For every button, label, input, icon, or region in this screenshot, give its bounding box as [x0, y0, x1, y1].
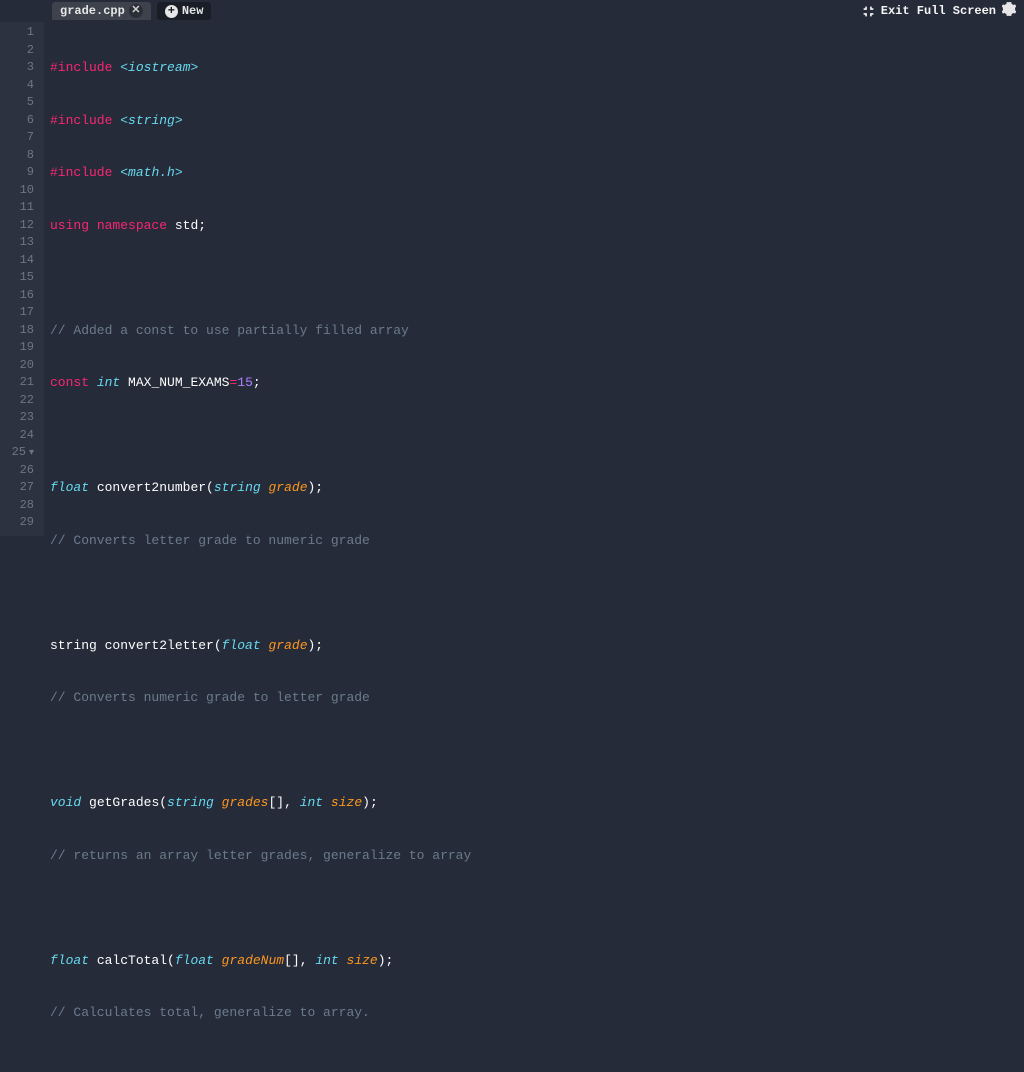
code-line: float convert2number(string grade);: [50, 479, 1024, 497]
line-number: 6: [0, 112, 34, 130]
code-line: // Calculates total, generalize to array…: [50, 1004, 1024, 1022]
line-number: 15: [0, 269, 34, 287]
line-number: 13: [0, 234, 34, 252]
top-bar: grade.cpp ✕ + New Exit Full Screen: [0, 0, 1024, 22]
line-number: 22: [0, 392, 34, 410]
new-button-label: New: [182, 4, 204, 18]
code-line: [50, 269, 1024, 287]
line-number: 25 ▾: [0, 444, 34, 462]
line-number: 23: [0, 409, 34, 427]
code-line: // Added a const to use partially filled…: [50, 322, 1024, 340]
line-number: 26: [0, 462, 34, 480]
line-number: 3: [0, 59, 34, 77]
line-number: 16: [0, 287, 34, 305]
exit-fullscreen-button[interactable]: Exit Full Screen: [862, 4, 996, 18]
line-number: 1: [0, 24, 34, 42]
code-line: void getGrades(string grades[], int size…: [50, 794, 1024, 812]
code-line: [50, 742, 1024, 760]
line-number: 29: [0, 514, 34, 532]
line-number: 2: [0, 42, 34, 60]
gear-icon[interactable]: [1002, 2, 1016, 20]
line-number: 21: [0, 374, 34, 392]
line-number: 4: [0, 77, 34, 95]
line-number: 8: [0, 147, 34, 165]
line-number: 11: [0, 199, 34, 217]
line-number: 27: [0, 479, 34, 497]
code-line: float calcTotal(float gradeNum[], int si…: [50, 952, 1024, 970]
file-tab[interactable]: grade.cpp ✕: [52, 2, 151, 20]
code-line: string convert2letter(float grade);: [50, 637, 1024, 655]
line-number: 9: [0, 164, 34, 182]
line-number: 7: [0, 129, 34, 147]
code-line: // returns an array letter grades, gener…: [50, 847, 1024, 865]
exit-fullscreen-icon: [862, 5, 875, 18]
line-number: 17: [0, 304, 34, 322]
code-line: #include <math.h>: [50, 164, 1024, 182]
line-number: 28: [0, 497, 34, 515]
plus-icon: +: [165, 5, 178, 18]
code-line: // Converts letter grade to numeric grad…: [50, 532, 1024, 550]
new-button[interactable]: + New: [157, 2, 212, 20]
code-line: #include <iostream>: [50, 59, 1024, 77]
line-number: 12: [0, 217, 34, 235]
exit-fullscreen-label: Exit Full Screen: [881, 4, 996, 18]
code-line: [50, 899, 1024, 917]
code-line: [50, 427, 1024, 445]
code-line: // Converts numeric grade to letter grad…: [50, 689, 1024, 707]
line-number-gutter: 1 2 3 4 5 6 7 8 9 10 11 12 13 14 15 16 1…: [0, 22, 44, 536]
code-editor[interactable]: 1 2 3 4 5 6 7 8 9 10 11 12 13 14 15 16 1…: [0, 22, 1024, 536]
code-area[interactable]: #include <iostream> #include <string> #i…: [44, 22, 1024, 536]
code-line: const int MAX_NUM_EXAMS=15;: [50, 374, 1024, 392]
code-line: [50, 1057, 1024, 1072]
fold-icon[interactable]: ▾: [23, 448, 34, 459]
line-number: 10: [0, 182, 34, 200]
line-number: 14: [0, 252, 34, 270]
code-line: using namespace std;: [50, 217, 1024, 235]
line-number: 5: [0, 94, 34, 112]
line-number: 24: [0, 427, 34, 445]
line-number: 20: [0, 357, 34, 375]
line-number: 19: [0, 339, 34, 357]
line-number: 18: [0, 322, 34, 340]
file-tab-label: grade.cpp: [60, 4, 125, 18]
code-line: [50, 584, 1024, 602]
code-line: #include <string>: [50, 112, 1024, 130]
close-icon[interactable]: ✕: [129, 4, 143, 18]
